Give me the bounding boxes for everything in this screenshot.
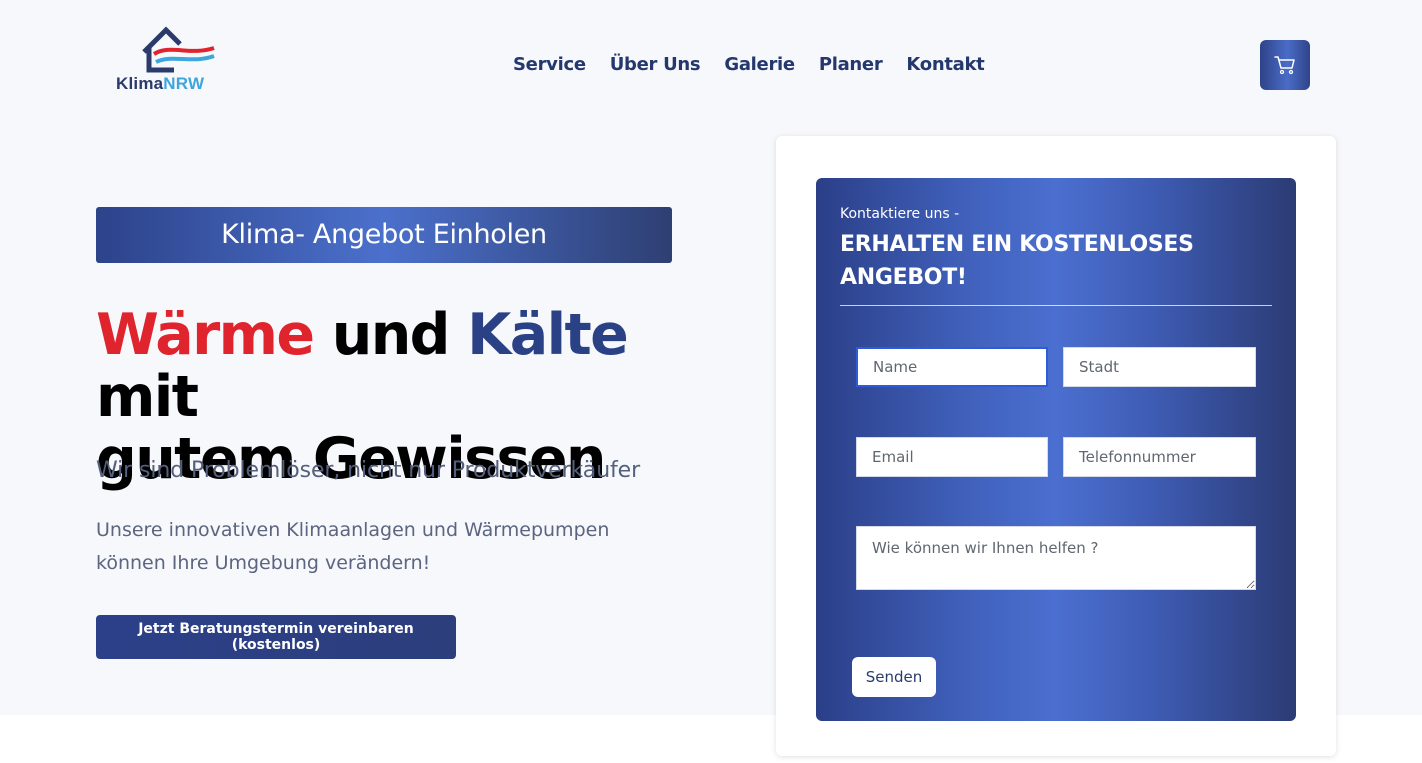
phone-input[interactable]	[1063, 437, 1256, 477]
book-consultation-button[interactable]: Jetzt Beratungstermin vereinbaren (koste…	[96, 615, 456, 659]
headline-und: und	[331, 302, 451, 368]
form-title: ERHALTEN EIN KOSTENLOSES ANGEBOT!	[840, 232, 1194, 290]
angebot-banner: Klima- Angebot Einholen	[96, 207, 672, 263]
klimanrw-logo[interactable]: KlimaNRW	[116, 26, 232, 96]
hero-subline: Wir sind Problemlöser, nicht nur Produkt…	[96, 458, 641, 483]
form-kicker: Kontaktiere uns -	[840, 206, 960, 222]
send-button[interactable]: Senden	[852, 657, 936, 697]
hero-description-line2: können Ihre Umgebung verändern!	[96, 552, 431, 574]
hero-description-line1: Unsere innovativen Klimaanlagen und Wärm…	[96, 519, 610, 541]
name-input[interactable]	[856, 347, 1048, 387]
headline-waerme: Wärme	[96, 302, 315, 368]
city-input[interactable]	[1063, 347, 1256, 387]
nav-item-kontakt[interactable]: Kontakt	[906, 54, 984, 75]
cart-icon	[1274, 56, 1295, 75]
main-nav: Service Über Uns Galerie Planer Kontakt	[513, 54, 985, 75]
headline-mit: mit	[96, 364, 199, 430]
logo-wordmark: KlimaNRW	[116, 74, 205, 93]
email-input[interactable]	[856, 437, 1048, 477]
cart-button[interactable]	[1260, 40, 1310, 90]
nav-item-galerie[interactable]: Galerie	[724, 54, 795, 75]
form-divider	[840, 305, 1272, 306]
house-logo-icon	[142, 26, 215, 73]
nav-item-service[interactable]: Service	[513, 54, 586, 75]
hero-description: Unsere innovativen Klimaanlagen und Wärm…	[96, 514, 656, 580]
message-textarea[interactable]	[856, 526, 1256, 590]
headline-kaelte: Kälte	[467, 302, 629, 368]
nav-item-ueber-uns[interactable]: Über Uns	[610, 54, 701, 75]
nav-item-planer[interactable]: Planer	[819, 54, 883, 75]
contact-form: Kontaktiere uns - ERHALTEN EIN KOSTENLOS…	[816, 178, 1296, 721]
